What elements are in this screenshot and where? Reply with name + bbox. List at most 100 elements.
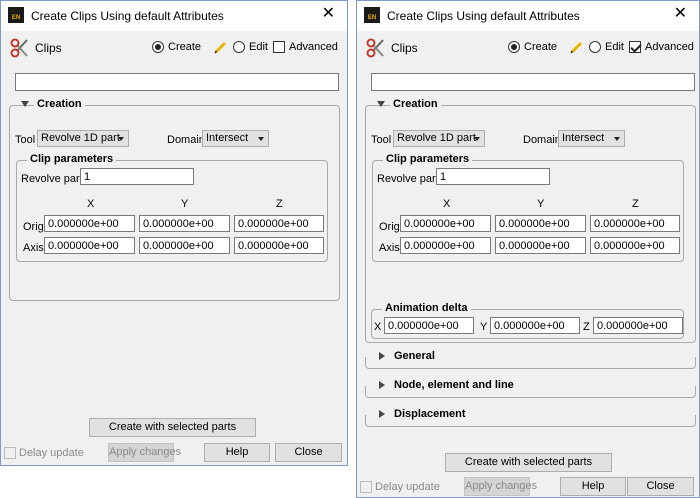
axis-x-input[interactable]: 0.000000e+00 <box>44 237 135 254</box>
title-bar[interactable]: EN Create Clips Using default Attributes… <box>1 1 347 31</box>
advanced-checkbox[interactable] <box>629 41 641 53</box>
node-element-line-section-title[interactable]: Node, element and line <box>391 379 517 391</box>
axis-y-input[interactable]: 0.000000e+00 <box>139 237 230 254</box>
animation-delta-title: Animation delta <box>382 302 471 314</box>
tool-label: Tool <box>371 134 392 146</box>
z-column-header: Z <box>632 198 639 210</box>
tool-label: Tool <box>15 134 36 146</box>
anim-z-label: Z <box>583 321 590 333</box>
y-column-header: Y <box>181 198 189 210</box>
x-column-header: X <box>87 198 95 210</box>
window-close-icon[interactable]: ✕ <box>674 6 687 22</box>
axis-x-input[interactable]: 0.000000e+00 <box>400 237 491 254</box>
create-with-selected-parts-button[interactable]: Create with selected parts <box>89 418 256 437</box>
scissors-icon <box>366 38 384 58</box>
tool-select[interactable]: Revolve 1D part <box>37 130 129 147</box>
clip-name-field[interactable] <box>371 73 695 91</box>
create-radio-label[interactable]: Create <box>524 41 557 53</box>
orig-y-input[interactable]: 0.000000e+00 <box>495 215 586 232</box>
window-close-icon[interactable]: ✕ <box>322 6 335 22</box>
clips-label: Clips <box>35 41 62 55</box>
clip-parameters-title: Clip parameters <box>383 153 473 165</box>
tool-value: Revolve 1D part <box>41 132 120 144</box>
advanced-checkbox[interactable] <box>273 41 285 53</box>
delay-update-label[interactable]: Delay update <box>19 447 84 459</box>
domain-label: Domain <box>523 134 561 146</box>
axis-label: Axis <box>23 242 44 254</box>
displacement-section-title[interactable]: Displacement <box>391 408 469 420</box>
delay-update-checkbox[interactable] <box>360 481 372 493</box>
create-radio[interactable] <box>152 41 164 53</box>
orig-x-input[interactable]: 0.000000e+00 <box>400 215 491 232</box>
ensight-app-icon: EN <box>8 7 24 23</box>
anim-y-input[interactable]: 0.000000e+00 <box>490 317 580 334</box>
scissors-icon <box>10 38 28 58</box>
axis-z-input[interactable]: 0.000000e+00 <box>234 237 324 254</box>
anim-x-input[interactable]: 0.000000e+00 <box>384 317 474 334</box>
domain-select[interactable]: Intersect <box>558 130 625 147</box>
advanced-label[interactable]: Advanced <box>289 41 338 53</box>
edit-radio[interactable] <box>589 41 601 53</box>
creation-collapse-icon[interactable] <box>377 101 385 107</box>
creation-collapse-icon[interactable] <box>21 101 29 107</box>
domain-value: Intersect <box>562 132 605 144</box>
axis-z-input[interactable]: 0.000000e+00 <box>590 237 680 254</box>
help-button[interactable]: Help <box>560 477 626 496</box>
help-button[interactable]: Help <box>204 443 270 462</box>
edit-radio-label[interactable]: Edit <box>605 41 624 53</box>
chevron-down-icon <box>118 137 124 141</box>
general-section-title[interactable]: General <box>391 350 438 362</box>
orig-label: Orig <box>379 221 400 233</box>
apply-changes-button[interactable]: Apply changes <box>108 443 181 462</box>
close-button[interactable]: Close <box>627 477 694 496</box>
window-title: Create Clips Using default Attributes <box>387 9 580 23</box>
clips-label: Clips <box>391 41 418 55</box>
anim-x-label: X <box>374 321 382 333</box>
edit-radio[interactable] <box>233 41 245 53</box>
advanced-label[interactable]: Advanced <box>645 41 694 53</box>
tool-select[interactable]: Revolve 1D part <box>393 130 485 147</box>
edit-radio-label[interactable]: Edit <box>249 41 268 53</box>
y-column-header: Y <box>537 198 545 210</box>
orig-y-input[interactable]: 0.000000e+00 <box>139 215 230 232</box>
creation-title[interactable]: Creation <box>34 98 85 110</box>
x-column-header: X <box>443 198 451 210</box>
chevron-down-icon <box>614 137 620 141</box>
tool-value: Revolve 1D part <box>397 132 476 144</box>
title-bar[interactable]: EN Create Clips Using default Attributes… <box>357 1 699 31</box>
pencil-icon <box>214 41 227 54</box>
axis-y-input[interactable]: 0.000000e+00 <box>495 237 586 254</box>
clip-name-field[interactable] <box>15 73 339 91</box>
close-button[interactable]: Close <box>275 443 342 462</box>
anim-z-input[interactable]: 0.000000e+00 <box>593 317 683 334</box>
create-clips-dialog-advanced: EN Create Clips Using default Attributes… <box>356 0 700 498</box>
revolve-part-label: Revolve part <box>21 173 83 185</box>
orig-z-input[interactable]: 0.000000e+00 <box>590 215 680 232</box>
window-title: Create Clips Using default Attributes <box>31 9 224 23</box>
delay-update-label[interactable]: Delay update <box>375 481 440 493</box>
domain-value: Intersect <box>206 132 249 144</box>
axis-label: Axis <box>379 242 400 254</box>
general-expand-icon[interactable] <box>379 352 385 360</box>
domain-label: Domain <box>167 134 205 146</box>
orig-x-input[interactable]: 0.000000e+00 <box>44 215 135 232</box>
apply-changes-button[interactable]: Apply changes <box>464 477 537 496</box>
node-element-line-expand-icon[interactable] <box>379 381 385 389</box>
ensight-app-icon: EN <box>364 7 380 23</box>
anim-y-label: Y <box>480 321 488 333</box>
chevron-down-icon <box>258 137 264 141</box>
creation-title[interactable]: Creation <box>390 98 441 110</box>
create-with-selected-parts-button[interactable]: Create with selected parts <box>445 453 612 472</box>
delay-update-checkbox[interactable] <box>4 447 16 459</box>
create-radio-label[interactable]: Create <box>168 41 201 53</box>
orig-z-input[interactable]: 0.000000e+00 <box>234 215 324 232</box>
revolve-part-input[interactable]: 1 <box>80 168 194 185</box>
revolve-part-input[interactable]: 1 <box>436 168 550 185</box>
pencil-icon <box>570 41 583 54</box>
displacement-expand-icon[interactable] <box>379 410 385 418</box>
chevron-down-icon <box>474 137 480 141</box>
z-column-header: Z <box>276 198 283 210</box>
revolve-part-label: Revolve part <box>377 173 439 185</box>
create-radio[interactable] <box>508 41 520 53</box>
domain-select[interactable]: Intersect <box>202 130 269 147</box>
